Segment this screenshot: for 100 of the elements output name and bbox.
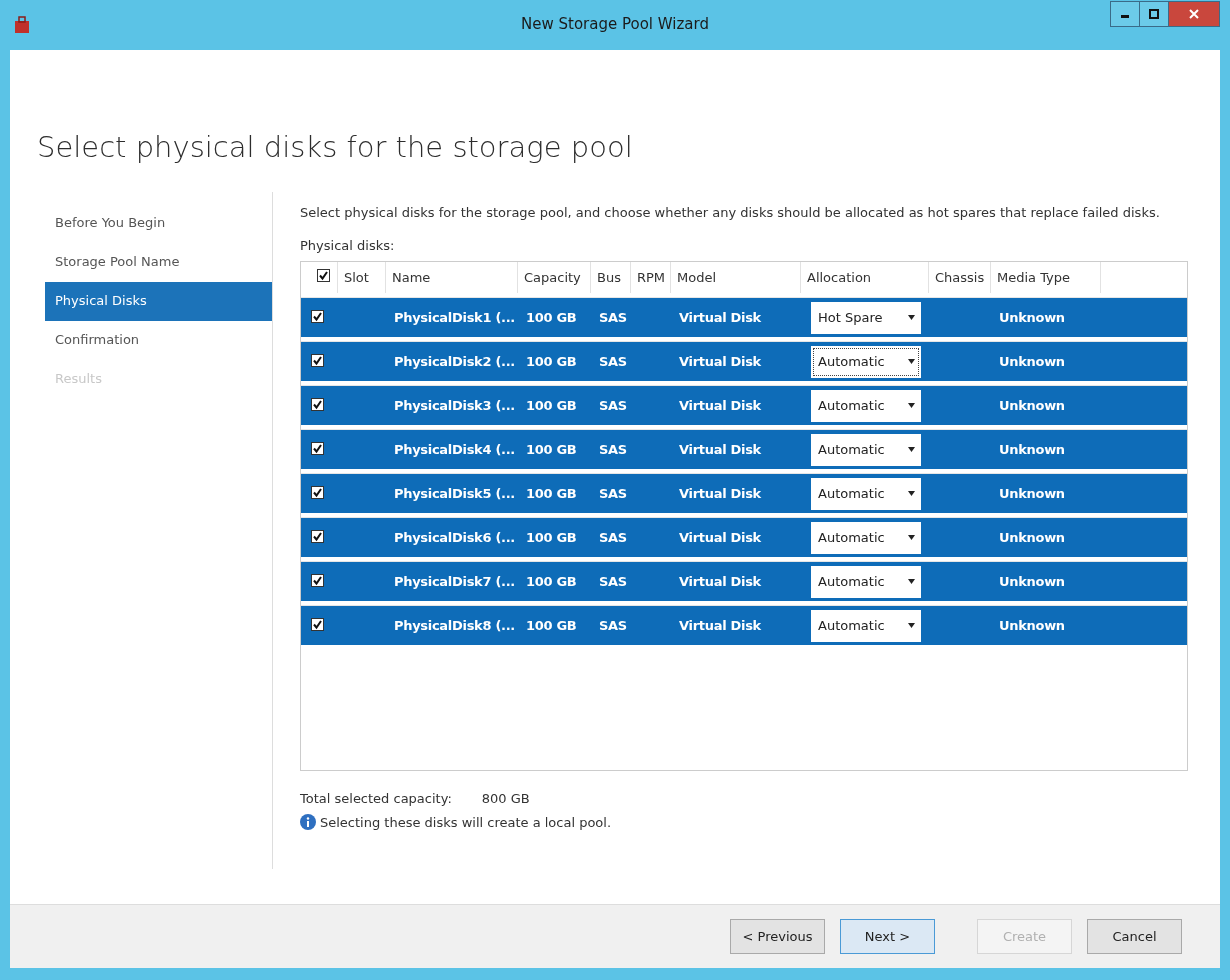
checkbox[interactable] — [311, 530, 324, 543]
column-header[interactable]: Name — [386, 262, 518, 293]
disk-row[interactable]: PhysicalDisk6 (... 100 GB SAS Virtual Disk Automatic Unknown — [301, 517, 1187, 557]
wizard-step[interactable]: Before You Begin — [45, 204, 272, 243]
dropdown-arrow-icon — [908, 447, 915, 452]
table-cell-text: PhysicalDisk4 (... — [393, 442, 516, 457]
checkbox[interactable] — [311, 354, 324, 367]
info-text: Selecting these disks will create a local pool. — [320, 814, 612, 830]
disk-row[interactable]: PhysicalDisk4 (... 100 GB SAS Virtual Disk Automatic Unknown — [301, 429, 1187, 469]
dropdown-arrow-icon — [908, 535, 915, 540]
table-label: Physical disks: — [300, 238, 395, 253]
table-cell-text: SAS — [598, 530, 628, 545]
disk-row[interactable]: PhysicalDisk8 (... 100 GB SAS Virtual Disk Automatic Unknown — [301, 605, 1187, 645]
toolbox-icon — [14, 16, 30, 34]
info-icon — [300, 814, 316, 830]
table-cell-text: Virtual Disk — [678, 530, 762, 545]
checkbox[interactable] — [311, 442, 324, 455]
table-cell-text: 100 GB — [525, 398, 578, 413]
table-cell-text: SAS — [598, 442, 628, 457]
table-cell-text: SAS — [598, 574, 628, 589]
table-cell-text: PhysicalDisk7 (... — [393, 574, 516, 589]
table-cell-text: PhysicalDisk8 (... — [393, 618, 516, 633]
column-header[interactable]: Bus — [591, 262, 631, 293]
description-text: Select physical disks for the storage pool, and choose whether any disks should be allocated as hot spares that replace failed disks. — [300, 204, 1161, 222]
wizard-button[interactable]: < Previous — [730, 919, 825, 954]
table-cell-text: Unknown — [998, 574, 1066, 589]
table-cell-text: Virtual Disk — [678, 398, 762, 413]
table-cell-text: Unknown — [998, 618, 1066, 633]
total-value: 800 GB — [481, 791, 530, 806]
table-cell-text: Virtual Disk — [678, 354, 762, 369]
allocation-dropdown[interactable]: Automatic — [811, 521, 921, 554]
page-heading: Select physical disks for the storage pool — [37, 130, 634, 164]
close-icon — [1189, 9, 1199, 19]
column-header[interactable]: Capacity — [518, 262, 591, 293]
table-cell-text: Virtual Disk — [678, 442, 762, 457]
checkbox[interactable] — [317, 269, 330, 282]
disk-row[interactable]: PhysicalDisk3 (... 100 GB SAS Virtual Disk Automatic Unknown — [301, 385, 1187, 425]
table-cell-text: 100 GB — [525, 310, 578, 325]
allocation-dropdown[interactable]: Automatic — [811, 433, 921, 466]
table-cell-text: PhysicalDisk1 (... — [393, 310, 516, 325]
wizard-step[interactable]: Storage Pool Name — [45, 243, 272, 282]
table-cell-text: Unknown — [998, 354, 1066, 369]
table-cell-text: Virtual Disk — [678, 574, 762, 589]
table-cell-text: SAS — [598, 398, 628, 413]
disk-row[interactable]: PhysicalDisk7 (... 100 GB SAS Virtual Disk Automatic Unknown — [301, 561, 1187, 601]
maximize-icon — [1149, 9, 1159, 19]
table-cell-text: 100 GB — [525, 442, 578, 457]
table-cell-text: 100 GB — [525, 618, 578, 633]
table-cell-text: 100 GB — [525, 354, 578, 369]
checkbox[interactable] — [311, 398, 324, 411]
wizard-step[interactable]: Physical Disks — [45, 282, 272, 321]
dropdown-arrow-icon — [908, 359, 915, 364]
table-cell-text: PhysicalDisk3 (... — [393, 398, 516, 413]
checkbox[interactable] — [311, 574, 324, 587]
table-cell-text: 100 GB — [525, 486, 578, 501]
allocation-dropdown[interactable]: Automatic — [811, 609, 921, 642]
dropdown-arrow-icon — [908, 315, 915, 320]
allocation-dropdown[interactable]: Automatic — [811, 477, 921, 510]
wizard-button[interactable]: Cancel — [1087, 919, 1182, 954]
table-cell-text: Virtual Disk — [678, 618, 762, 633]
column-header[interactable]: Media Type — [991, 262, 1101, 293]
dropdown-arrow-icon — [908, 491, 915, 496]
disk-row[interactable]: PhysicalDisk1 (... 100 GB SAS Virtual Disk Hot Spare Unknown — [301, 297, 1187, 337]
column-header[interactable]: Chassis — [929, 262, 991, 293]
table-cell-text: SAS — [598, 354, 628, 369]
dropdown-arrow-icon — [908, 403, 915, 408]
table-cell-text: PhysicalDisk2 (... — [393, 354, 516, 369]
column-header[interactable]: RPM — [631, 262, 671, 293]
wizard-button[interactable]: Next > — [840, 919, 935, 954]
table-cell-text: PhysicalDisk6 (... — [393, 530, 516, 545]
dropdown-arrow-icon — [908, 623, 915, 628]
table-cell-text: 100 GB — [525, 530, 578, 545]
window-title: New Storage Pool Wizard — [521, 15, 709, 33]
table-cell-text: SAS — [598, 486, 628, 501]
column-header[interactable]: Model — [671, 262, 801, 293]
disk-row[interactable]: PhysicalDisk2 (... 100 GB SAS Virtual Disk Automatic Unknown — [301, 341, 1187, 381]
minimize-button[interactable] — [1110, 1, 1140, 27]
allocation-dropdown[interactable]: Hot Spare — [811, 301, 921, 334]
allocation-dropdown[interactable]: Automatic — [811, 565, 921, 598]
column-header[interactable]: Allocation — [801, 262, 929, 293]
dropdown-arrow-icon — [908, 579, 915, 584]
checkbox[interactable] — [311, 310, 324, 323]
allocation-dropdown[interactable]: Automatic — [811, 389, 921, 422]
table-cell-text: Unknown — [998, 442, 1066, 457]
checkbox[interactable] — [311, 618, 324, 631]
maximize-button[interactable] — [1139, 1, 1169, 27]
table-cell-text: Unknown — [998, 486, 1066, 501]
checkbox[interactable] — [311, 486, 324, 499]
table-cell-text: SAS — [598, 310, 628, 325]
table-cell-text: 100 GB — [525, 574, 578, 589]
close-button[interactable] — [1168, 1, 1220, 27]
column-header[interactable]: Slot — [338, 262, 386, 293]
wizard-step[interactable]: Confirmation — [45, 321, 272, 360]
allocation-dropdown[interactable]: Automatic — [811, 345, 921, 378]
disk-row[interactable]: PhysicalDisk5 (... 100 GB SAS Virtual Disk Automatic Unknown — [301, 473, 1187, 513]
total-label: Total selected capacity: — [300, 791, 452, 806]
table-cell-text: Virtual Disk — [678, 486, 762, 501]
table-cell-text: SAS — [598, 618, 628, 633]
table-cell-text: Unknown — [998, 310, 1066, 325]
table-cell-text: Unknown — [998, 530, 1066, 545]
